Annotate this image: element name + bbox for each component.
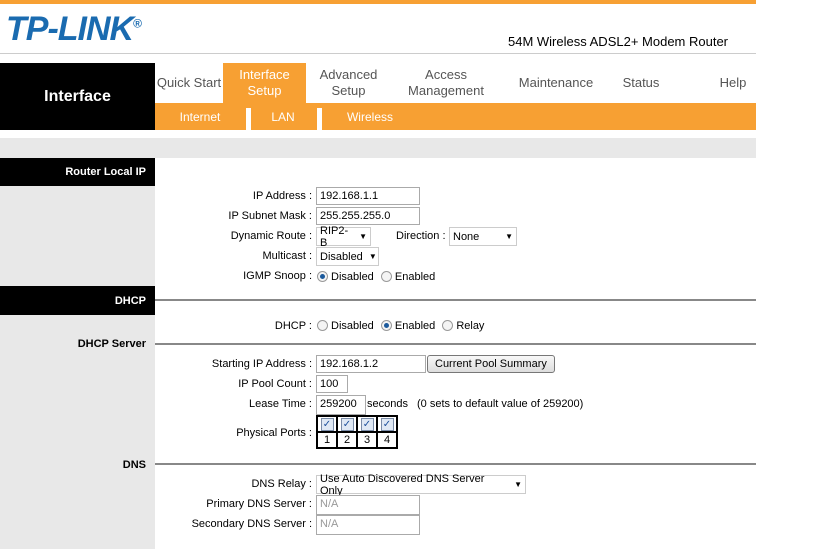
- dhcp-enabled-radio[interactable]: [380, 320, 392, 331]
- chevron-down-icon: ▼: [368, 252, 377, 261]
- tab-interface-setup[interactable]: Interface Setup: [223, 63, 306, 103]
- tab-maintenance[interactable]: Maintenance: [505, 63, 607, 103]
- ip-address-input[interactable]: 192.168.1.1: [316, 187, 420, 205]
- subtab-separator: [246, 108, 251, 130]
- selected-value: Disabled: [320, 250, 363, 263]
- spacer-strip: [0, 138, 756, 158]
- section-dhcp: DHCP: [0, 286, 155, 315]
- section-router-local-ip: Router Local IP: [0, 158, 155, 186]
- divider: [155, 299, 756, 301]
- igmp-snoop-radios: Disabled Enabled: [313, 271, 435, 283]
- section-dns: DNS: [122, 459, 146, 471]
- top-accent-line: [0, 0, 756, 4]
- port-4-checkbox[interactable]: ✓: [380, 417, 394, 431]
- igmp-disabled-radio[interactable]: [317, 271, 328, 282]
- dns-relay-label: DNS Relay :: [251, 478, 312, 490]
- ip-address-label: IP Address :: [252, 190, 312, 202]
- subtab-separator: [317, 108, 322, 130]
- section-dhcp-server: DHCP Server: [77, 338, 146, 350]
- tab-access-management[interactable]: Access Management: [394, 63, 498, 103]
- radio-label: Enabled: [394, 320, 436, 332]
- direction-label: Direction :: [396, 230, 446, 242]
- selected-value: RIP2-B: [320, 224, 349, 249]
- pool-count-label: IP Pool Count :: [238, 378, 312, 390]
- lease-time-note: (0 sets to default value of 259200): [417, 398, 584, 410]
- lease-time-unit: seconds: [367, 398, 408, 410]
- dynamic-route-label: Dynamic Route :: [230, 230, 312, 242]
- dhcp-label: DHCP :: [274, 320, 312, 332]
- divider: [155, 343, 756, 345]
- dhcp-disabled-radio[interactable]: [317, 320, 328, 331]
- divider: [0, 53, 756, 54]
- subnet-mask-input[interactable]: 255.255.255.0: [316, 207, 420, 225]
- sidebar: [0, 158, 155, 549]
- subtab-internet[interactable]: Internet: [160, 103, 240, 130]
- radio-label: Disabled: [331, 271, 374, 283]
- multicast-label: Multicast :: [262, 250, 312, 262]
- subnet-mask-label: IP Subnet Mask :: [228, 210, 312, 222]
- igmp-snoop-label: IGMP Snoop :: [243, 270, 312, 282]
- port-number: 2: [336, 431, 358, 449]
- subtab-lan[interactable]: LAN: [252, 103, 314, 130]
- dhcp-mode-radios: Disabled Enabled Relay: [313, 320, 484, 332]
- physical-ports-label: Physical Ports :: [236, 427, 312, 439]
- subtab-wireless[interactable]: Wireless: [330, 103, 410, 130]
- starting-ip-input[interactable]: 192.168.1.2: [316, 355, 426, 373]
- radio-label: Relay: [456, 320, 485, 332]
- tab-help[interactable]: Help: [710, 63, 756, 103]
- port-number: 3: [356, 431, 378, 449]
- secondary-dns-label: Secondary DNS Server :: [191, 518, 312, 530]
- tp-link-logo: TP-LINK®: [6, 10, 142, 48]
- port-number: 1: [316, 431, 338, 449]
- chevron-down-icon: ▼: [514, 480, 522, 489]
- port-3-checkbox[interactable]: ✓: [360, 417, 374, 431]
- divider: [155, 463, 756, 465]
- tab-quick-start[interactable]: Quick Start: [155, 63, 223, 103]
- port-1-checkbox[interactable]: ✓: [320, 417, 334, 431]
- tab-status[interactable]: Status: [610, 63, 672, 103]
- chevron-down-icon: ▼: [359, 232, 367, 241]
- primary-dns-label: Primary DNS Server :: [206, 498, 312, 510]
- igmp-enabled-radio[interactable]: [380, 271, 392, 282]
- radio-label: Enabled: [394, 271, 436, 283]
- section-title: Interface: [0, 63, 155, 130]
- lease-time-label: Lease Time :: [249, 398, 312, 410]
- dhcp-relay-radio[interactable]: [442, 320, 454, 331]
- chevron-down-icon: ▼: [505, 232, 513, 241]
- starting-ip-label: Starting IP Address :: [211, 358, 312, 370]
- secondary-dns-input[interactable]: N/A: [316, 515, 420, 535]
- primary-dns-input[interactable]: N/A: [316, 495, 420, 515]
- dns-relay-select[interactable]: Use Auto Discovered DNS Server Only ▼: [316, 472, 526, 497]
- dynamic-route-select[interactable]: RIP2-B ▼: [316, 224, 371, 249]
- product-name: 54M Wireless ADSL2+ Modem Router: [508, 34, 729, 49]
- pool-count-input[interactable]: 100: [316, 375, 348, 393]
- radio-label: Disabled: [331, 320, 374, 332]
- port-2-checkbox[interactable]: ✓: [340, 417, 354, 431]
- tab-advanced-setup[interactable]: Advanced Setup: [306, 63, 391, 103]
- selected-value: Use Auto Discovered DNS Server Only: [320, 472, 485, 497]
- direction-select[interactable]: None ▼: [449, 227, 517, 246]
- logo-text: TP-LINK: [6, 10, 134, 48]
- physical-ports-table: ✓ ✓ ✓ ✓ 1234: [316, 415, 398, 449]
- port-number: 4: [376, 431, 398, 449]
- current-pool-summary-button[interactable]: Current Pool Summary: [427, 355, 555, 373]
- selected-value: None: [453, 230, 480, 243]
- lease-time-input[interactable]: 259200: [316, 395, 366, 415]
- multicast-select[interactable]: Disabled ▼: [316, 247, 379, 266]
